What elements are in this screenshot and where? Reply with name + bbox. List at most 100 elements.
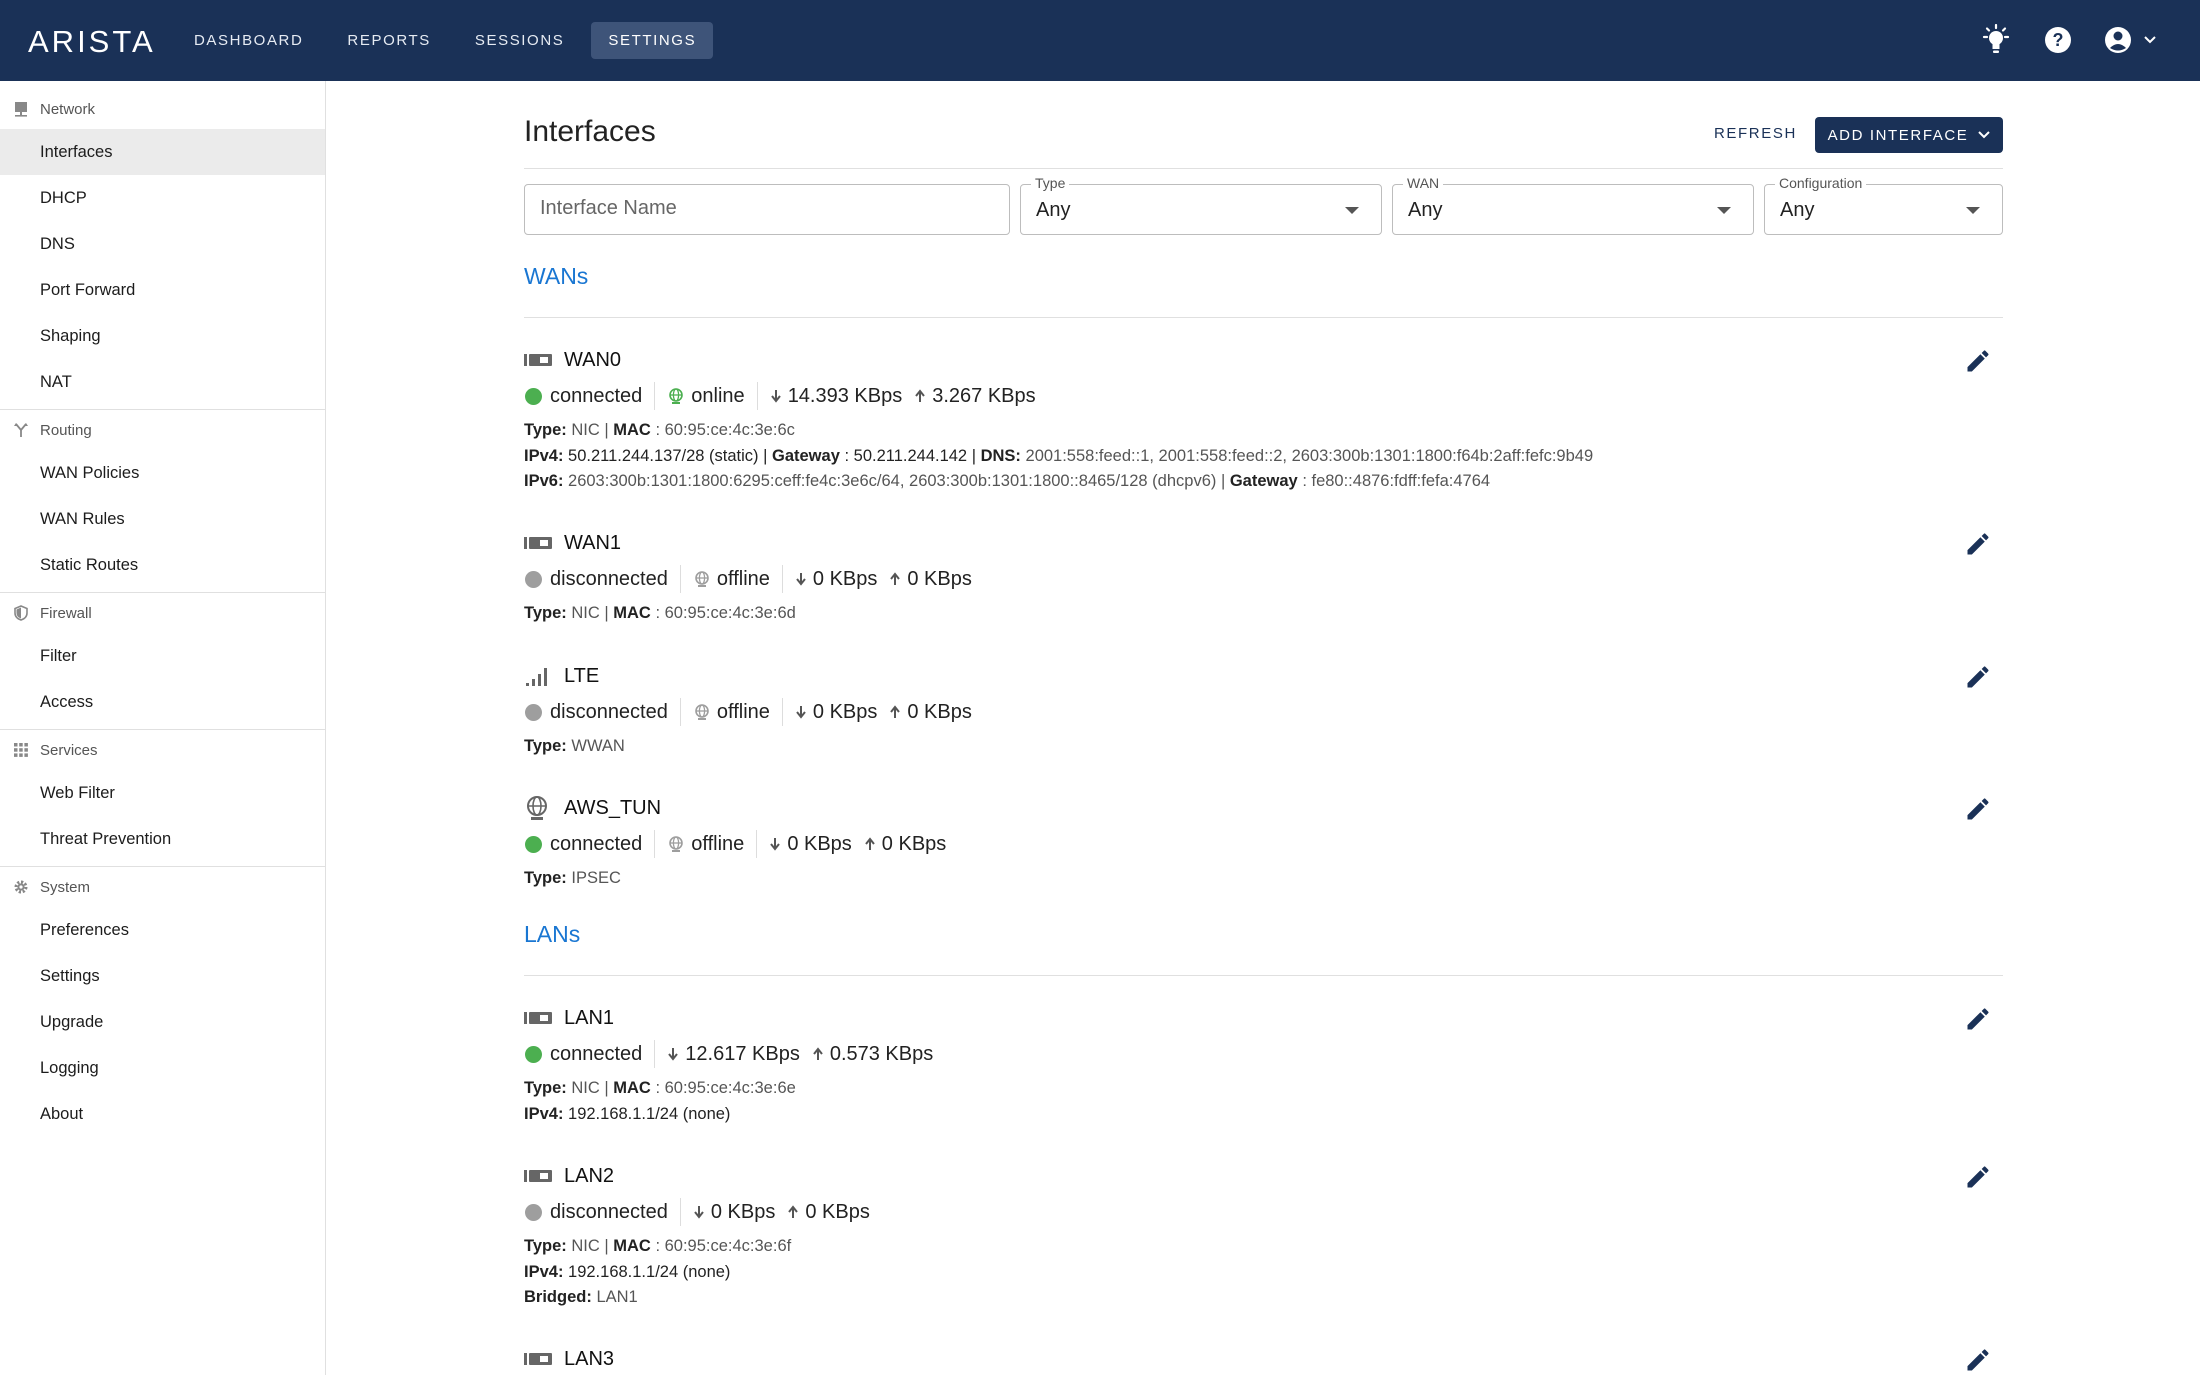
sidebar-item-preferences[interactable]: Preferences [0, 907, 325, 953]
sidebar-item-shaping[interactable]: Shaping [0, 313, 325, 359]
sidebar-section-label: Routing [40, 421, 92, 439]
interface-name-field[interactable] [524, 184, 1010, 235]
interface-name[interactable]: WAN0 [564, 349, 621, 372]
ipv6-line: IPv6: 2603:300b:1301:1800:6295:ceff:fe4c… [524, 472, 1490, 491]
download-rate: 14.393 KBps [787, 384, 903, 407]
upload-rate: 0.573 KBps [829, 1042, 934, 1065]
sidebar-item-threat-prevention[interactable]: Threat Prevention [0, 816, 325, 862]
edit-icon[interactable] [1964, 663, 1992, 691]
group-divider [524, 975, 2003, 976]
brand-logo[interactable]: ARISTA [28, 24, 156, 60]
edit-icon[interactable] [1964, 347, 1992, 375]
interface-name[interactable]: LAN1 [564, 1007, 614, 1030]
sidebar-item-wan-rules[interactable]: WAN Rules [0, 496, 325, 542]
arrow-down-icon [668, 1048, 679, 1061]
ipv6-value: 2603:300b:1301:1800:6295:ceff:fe4c:3e6c/… [568, 472, 1226, 490]
nav-settings[interactable]: SETTINGS [591, 22, 714, 59]
ipv4-label: IPv4: [524, 447, 564, 465]
upload-rate: 0 KBps [805, 1200, 870, 1223]
interface-name[interactable]: WAN1 [564, 532, 621, 555]
gear-icon [12, 878, 30, 896]
interface-name-input[interactable] [540, 197, 980, 220]
separator [654, 830, 656, 858]
online-text: online [691, 384, 745, 407]
type-select[interactable]: Type Any [1020, 175, 1382, 235]
sidebar-item-wan-policies[interactable]: WAN Policies [0, 450, 325, 496]
edit-icon[interactable] [1964, 1346, 1992, 1374]
edit-icon[interactable] [1964, 1163, 1992, 1191]
upload-rate: 0 KBps [907, 567, 972, 590]
type-value: NIC [571, 1079, 600, 1097]
mac-label: MAC [613, 1237, 651, 1255]
sidebar-item-access[interactable]: Access [0, 679, 325, 725]
status-text: connected [550, 1042, 643, 1065]
configuration-select-value: Any [1780, 199, 1815, 221]
status-dot [525, 1203, 542, 1221]
globe-icon [669, 388, 684, 404]
edit-icon[interactable] [1964, 1005, 1992, 1033]
arrow-down-icon [770, 838, 781, 851]
separator [756, 382, 758, 410]
status-text: connected [550, 384, 643, 407]
nav-dashboard[interactable]: DASHBOARD [177, 22, 320, 59]
interface-name[interactable]: LTE [564, 665, 599, 688]
sidebar-item-interfaces[interactable]: Interfaces [0, 129, 325, 175]
wan-select[interactable]: WAN Any [1392, 175, 1754, 235]
nav-sessions[interactable]: SESSIONS [458, 22, 582, 59]
wan-select-label: WAN [1403, 175, 1444, 191]
lans-group-title: LANs [524, 921, 581, 947]
separator [781, 565, 783, 593]
sidebar-item-port-forward[interactable]: Port Forward [0, 267, 325, 313]
edit-icon[interactable] [1964, 795, 1992, 823]
settings-sidebar: Network Interfaces DHCP DNS Port Forward… [0, 81, 326, 1375]
lightbulb-icon[interactable] [1980, 22, 2012, 58]
separator [781, 698, 783, 726]
sidebar-section-services: Services [0, 730, 325, 770]
sidebar-section-system: System [0, 867, 325, 907]
sidebar-item-logging[interactable]: Logging [0, 1045, 325, 1091]
interface-name[interactable]: LAN2 [564, 1165, 614, 1188]
sidebar-section-network: Network [0, 89, 325, 129]
type-line: Type: NIC | MAC : 60:95:ce:4c:3e:6f [524, 1237, 792, 1255]
sidebar-item-filter[interactable]: Filter [0, 633, 325, 679]
upload-rate: 0 KBps [881, 832, 947, 855]
status-dot [525, 1045, 542, 1063]
nav-reports[interactable]: REPORTS [330, 22, 447, 59]
status-dot [525, 387, 542, 405]
arrow-up-icon [813, 1047, 823, 1060]
gateway-value: : 50.211.244.142 | [844, 447, 976, 465]
dns-label: DNS: [980, 447, 1021, 465]
sidebar-item-about[interactable]: About [0, 1091, 325, 1137]
refresh-button[interactable]: REFRESH [1714, 125, 1797, 142]
status-dot [525, 570, 542, 588]
type-line: Type: NIC | MAC : 60:95:ce:4c:3e:6c [524, 421, 795, 439]
sidebar-item-static-routes[interactable]: Static Routes [0, 542, 325, 588]
grid-icon [12, 741, 30, 759]
download-rate: 0 KBps [710, 1200, 776, 1223]
svg-text:?: ? [2053, 30, 2064, 50]
download-rate: 0 KBps [812, 700, 878, 723]
gateway-label: Gateway [772, 447, 840, 465]
sidebar-item-settings[interactable]: Settings [0, 953, 325, 999]
signal-bars-icon [524, 665, 552, 687]
interface-name[interactable]: LAN3 [564, 1348, 614, 1371]
online-text: offline [691, 832, 745, 855]
sidebar-item-upgrade[interactable]: Upgrade [0, 999, 325, 1045]
sidebar-item-dhcp[interactable]: DHCP [0, 175, 325, 221]
sidebar-item-nat[interactable]: NAT [0, 359, 325, 405]
sidebar-item-dns[interactable]: DNS [0, 221, 325, 267]
nic-icon [524, 1007, 552, 1029]
type-label: Type: [524, 869, 567, 887]
edit-icon[interactable] [1964, 530, 1992, 558]
status-text: disconnected [550, 1200, 668, 1223]
configuration-select[interactable]: Configuration Any [1764, 175, 2003, 235]
add-interface-button[interactable]: ADD INTERFACE [1815, 117, 2003, 153]
sidebar-item-web-filter[interactable]: Web Filter [0, 770, 325, 816]
type-line: Type: WWAN [524, 737, 625, 756]
account-menu[interactable] [2104, 22, 2164, 58]
interface-name[interactable]: AWS_TUN [564, 797, 661, 820]
header-divider [524, 168, 2003, 169]
globe-icon [695, 571, 709, 587]
arrow-down-icon [694, 1206, 704, 1219]
help-icon[interactable]: ? [2042, 22, 2074, 58]
